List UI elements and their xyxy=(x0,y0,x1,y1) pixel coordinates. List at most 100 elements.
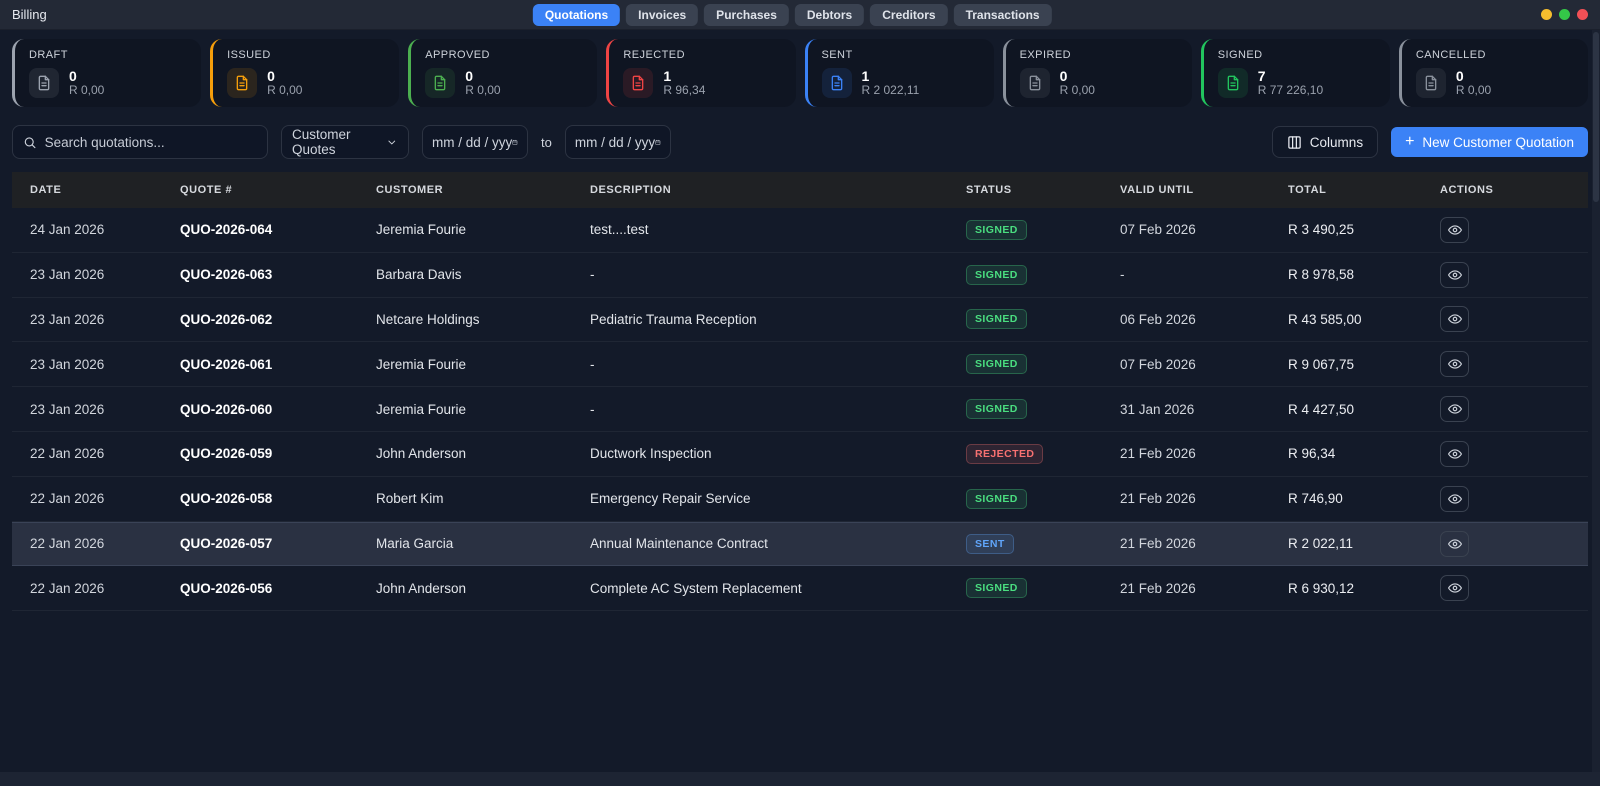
tab-purchases[interactable]: Purchases xyxy=(704,3,789,26)
summary-card-amount: R 96,34 xyxy=(663,83,706,98)
status-badge: SIGNED xyxy=(966,488,1027,509)
status-doc-icon xyxy=(1415,68,1446,98)
cell-description: - xyxy=(590,356,595,372)
quote-type-select[interactable]: Customer Quotes xyxy=(281,125,409,159)
status-doc-icon xyxy=(821,68,852,98)
cell-description: Complete AC System Replacement xyxy=(590,580,802,596)
status-badge: SENT xyxy=(966,533,1014,554)
status-badge: SIGNED xyxy=(966,219,1027,240)
cell-valid-until: 21 Feb 2026 xyxy=(1120,580,1196,596)
view-quotation-button[interactable] xyxy=(1440,575,1469,602)
cell-valid-until: - xyxy=(1120,267,1125,283)
window-button-close[interactable] xyxy=(1577,9,1588,20)
summary-card-cancelled[interactable]: CANCELLED 0 R 0,00 xyxy=(1398,39,1588,107)
summary-card-count: 1 xyxy=(861,68,870,85)
table-row[interactable]: 23 Jan 2026 QUO-2026-062 Netcare Holding… xyxy=(12,298,1588,343)
summary-card-label: REJECTED xyxy=(623,49,685,61)
cell-date: 22 Jan 2026 xyxy=(30,491,105,507)
cell-description: Emergency Repair Service xyxy=(590,491,751,507)
cell-total: R 3 490,25 xyxy=(1288,222,1355,238)
horizontal-scrollbar[interactable] xyxy=(0,772,1600,786)
summary-card-signed[interactable]: SIGNED 7 R 77 226,10 xyxy=(1200,39,1390,107)
new-customer-quotation-button[interactable]: + New Customer Quotation xyxy=(1391,127,1588,157)
summary-card-draft[interactable]: DRAFT 0 R 0,00 xyxy=(12,39,202,107)
search-input[interactable] xyxy=(44,134,257,150)
cell-customer: John Anderson xyxy=(376,446,467,462)
cell-date: 22 Jan 2026 xyxy=(30,536,105,552)
summary-card-label: SIGNED xyxy=(1217,49,1263,61)
search-box[interactable] xyxy=(12,125,268,159)
eye-icon xyxy=(1447,359,1462,369)
view-quotation-button[interactable] xyxy=(1440,530,1469,557)
columns-button[interactable]: Columns xyxy=(1271,126,1379,158)
tab-creditors[interactable]: Creditors xyxy=(870,3,948,26)
cell-date: 23 Jan 2026 xyxy=(30,311,105,327)
tab-quotations[interactable]: Quotations xyxy=(532,3,621,26)
cell-quote-number: QUO-2026-058 xyxy=(180,491,273,507)
summary-card-label: APPROVED xyxy=(425,49,490,61)
summary-card-count: 0 xyxy=(69,68,77,85)
table-row[interactable]: 23 Jan 2026 QUO-2026-061 Jeremia Fourie … xyxy=(12,342,1588,388)
cell-quote-number: QUO-2026-059 xyxy=(180,446,273,462)
view-quotation-button[interactable] xyxy=(1440,261,1469,288)
summary-card-label: EXPIRED xyxy=(1019,49,1071,61)
summary-card-count: 0 xyxy=(465,68,474,85)
tab-debtors[interactable]: Debtors xyxy=(794,3,865,26)
status-doc-icon xyxy=(29,68,59,98)
view-quotation-button[interactable] xyxy=(1440,306,1469,333)
cell-valid-until: 07 Feb 2026 xyxy=(1120,222,1196,238)
chevron-down-icon xyxy=(388,140,396,144)
cell-description: - xyxy=(590,401,595,417)
table-row[interactable]: 22 Jan 2026 QUO-2026-057 Maria Garcia An… xyxy=(12,521,1588,567)
view-quotation-button[interactable] xyxy=(1440,485,1469,512)
cell-customer: Robert Kim xyxy=(376,491,444,507)
view-quotation-button[interactable] xyxy=(1440,351,1469,378)
cell-total: R 43 585,00 xyxy=(1288,311,1362,327)
column-header: TOTAL xyxy=(1288,184,1327,196)
column-header: STATUS xyxy=(966,184,1012,196)
status-badge: SIGNED xyxy=(966,309,1027,330)
table-row[interactable]: 23 Jan 2026 QUO-2026-060 Jeremia Fourie … xyxy=(12,387,1588,432)
status-badge: SIGNED xyxy=(966,264,1027,285)
cell-valid-until: 21 Feb 2026 xyxy=(1120,536,1196,552)
calendar-icon xyxy=(512,139,518,145)
date-to-input[interactable]: mm / dd / yyy xyxy=(564,125,671,159)
cell-customer: Jeremia Fourie xyxy=(376,222,467,238)
column-header: VALID UNTIL xyxy=(1120,184,1194,196)
cell-customer: Jeremia Fourie xyxy=(376,401,467,417)
cell-valid-until: 21 Feb 2026 xyxy=(1120,491,1196,507)
eye-icon xyxy=(1447,225,1462,235)
table-row[interactable]: 22 Jan 2026 QUO-2026-058 Robert Kim Emer… xyxy=(12,477,1588,522)
table-row[interactable]: 24 Jan 2026 QUO-2026-064 Jeremia Fourie … xyxy=(12,208,1588,253)
table-row[interactable]: 22 Jan 2026 QUO-2026-059 John Anderson D… xyxy=(12,432,1588,477)
view-quotation-button[interactable] xyxy=(1440,396,1469,423)
vertical-scrollbar[interactable] xyxy=(1592,30,1600,772)
summary-card-sent[interactable]: SENT 1 R 2 022,11 xyxy=(804,39,994,107)
columns-icon xyxy=(1288,135,1301,149)
summary-card-issued[interactable]: ISSUED 0 R 0,00 xyxy=(210,39,400,107)
table-row[interactable]: 23 Jan 2026 QUO-2026-063 Barbara Davis -… xyxy=(12,253,1588,298)
summary-card-expired[interactable]: EXPIRED 0 R 0,00 xyxy=(1002,39,1192,107)
search-icon xyxy=(24,136,36,148)
table-row[interactable]: 22 Jan 2026 QUO-2026-056 John Anderson C… xyxy=(12,566,1588,612)
date-from-input[interactable]: mm / dd / yyy xyxy=(422,125,528,159)
summary-card-amount: R 77 226,10 xyxy=(1257,83,1324,98)
vertical-scrollbar-thumb[interactable] xyxy=(1593,32,1599,202)
cell-valid-until: 21 Feb 2026 xyxy=(1120,446,1196,462)
cell-quote-number: QUO-2026-057 xyxy=(180,536,273,552)
view-quotation-button[interactable] xyxy=(1440,216,1469,243)
window-button-maximize[interactable] xyxy=(1559,9,1570,20)
cell-date: 23 Jan 2026 xyxy=(30,356,105,372)
summary-card-rejected[interactable]: REJECTED 1 R 96,34 xyxy=(606,39,796,107)
summary-card-approved[interactable]: APPROVED 0 R 0,00 xyxy=(408,39,598,107)
window-controls xyxy=(1541,9,1588,20)
summary-card-amount: R 0,00 xyxy=(1455,83,1492,98)
view-quotation-button[interactable] xyxy=(1440,440,1469,467)
status-doc-icon xyxy=(623,68,654,98)
summary-card-count: 0 xyxy=(1059,68,1068,85)
tab-transactions[interactable]: Transactions xyxy=(953,3,1052,26)
cell-description: - xyxy=(590,267,595,283)
summary-card-count: 1 xyxy=(663,68,672,85)
window-button-minimize[interactable] xyxy=(1541,9,1552,20)
tab-invoices[interactable]: Invoices xyxy=(626,3,699,26)
